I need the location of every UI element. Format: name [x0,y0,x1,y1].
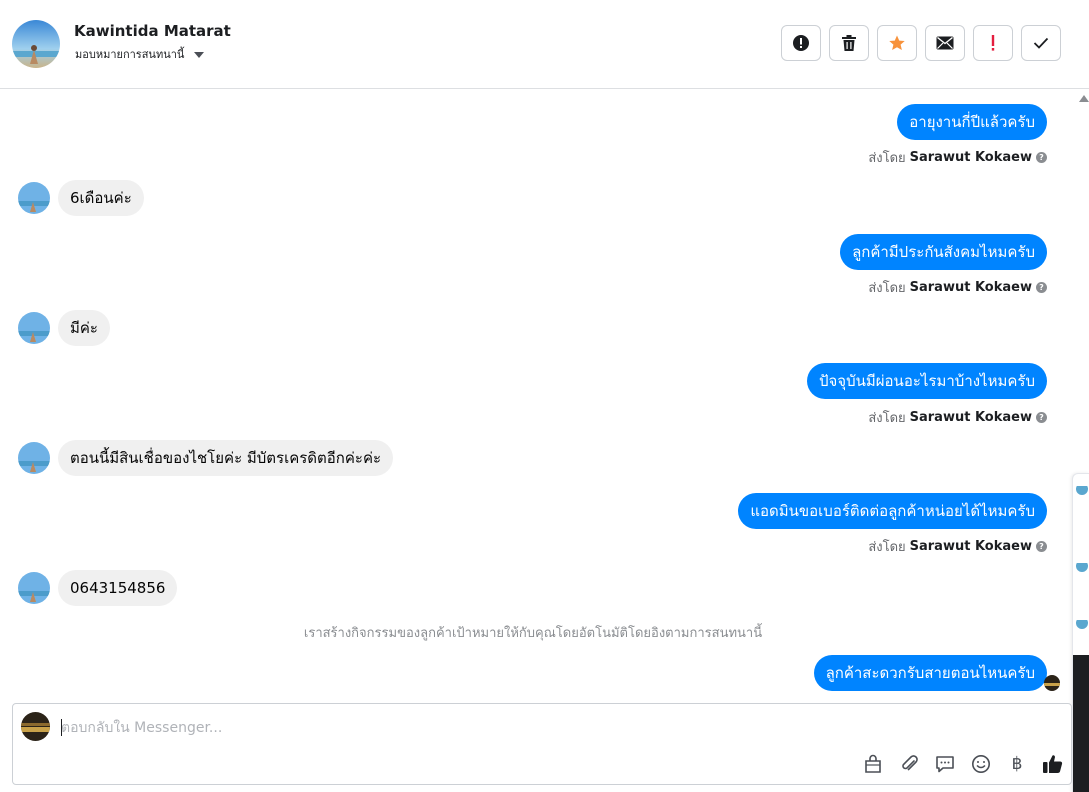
saved-replies-button[interactable] [933,752,957,776]
contact-avatar-small [18,182,50,214]
outgoing-bubble: ปัจจุบันมีผ่อนอะไรมาบ้างไหมครับ [807,363,1047,399]
message-thread: อายุงานกี่ปีแล้วครับ ส่งโดย Sarawut Koka… [0,89,1074,703]
thumbs-up-icon [1043,755,1063,773]
sent-by-line: ส่งโดย Sarawut Kokaew ? [868,277,1047,298]
mini-avatar[interactable] [1076,617,1088,629]
outgoing-message[interactable]: ปัจจุบันมีผ่อนอะไรมาบ้างไหมครับ [807,363,1047,399]
incoming-message: 6เดือนค่ะ [18,180,144,216]
help-icon[interactable]: ? [1036,282,1047,293]
conversation-header: Kawintida Matarat มอบหมายการสนทนานี้ [0,0,1089,89]
like-button[interactable] [1041,752,1065,776]
check-icon [1033,37,1049,49]
assign-conversation-dropdown[interactable]: มอบหมายการสนทนานี้ [75,45,205,63]
sent-by-prefix: ส่งโดย [868,540,906,555]
emoji-button[interactable] [969,752,993,776]
speech-bubble-icon [936,756,954,773]
mini-avatar[interactable] [1076,483,1088,495]
contact-avatar[interactable] [12,20,60,68]
star-button[interactable] [877,25,917,61]
envelope-icon [936,36,954,50]
baht-icon: ฿ [1011,754,1023,774]
shop-button[interactable] [861,752,885,776]
sent-by-line: ส่งโดย Sarawut Kokaew ? [868,407,1047,428]
text-cursor [61,719,62,736]
help-icon[interactable]: ? [1036,541,1047,552]
sent-by-prefix: ส่งโดย [868,411,906,426]
mark-unread-button[interactable] [925,25,965,61]
contact-name[interactable]: Kawintida Matarat [74,22,231,40]
outgoing-bubble: แอดมินขอเบอร์ติดต่อลูกค้าหน่อยได้ไหมครับ [738,493,1047,529]
attach-button[interactable] [897,752,921,776]
outgoing-bubble: ลูกค้าสะดวกรับสายตอนไหนครับ [813,655,1047,691]
mark-spam-button[interactable] [781,25,821,61]
reply-input[interactable] [61,718,761,738]
delete-button[interactable] [829,25,869,61]
caret-down-icon [194,51,205,58]
shopping-bag-icon [865,754,881,773]
incoming-bubble[interactable]: ตอนนี้มีสินเชื่อของไชโยค่ะ มีบัตรเครดิตอ… [58,440,394,476]
contact-avatar-small [18,312,50,344]
incoming-bubble[interactable]: 0643154856 [58,570,178,606]
mark-done-button[interactable] [1021,25,1061,61]
payment-button[interactable]: ฿ [1005,752,1029,776]
follow-up-button[interactable] [973,25,1013,61]
reply-composer: ฿ [12,703,1072,785]
sent-by-line: ส่งโดย Sarawut Kokaew ? [868,147,1047,168]
agent-name: Sarawut Kokaew [909,150,1032,165]
page-avatar [21,712,50,741]
outgoing-bubble: ลูกค้ามีประกันสังคมไหมครับ [840,234,1047,270]
smiley-icon [972,755,990,773]
trash-icon [842,35,856,51]
agent-name: Sarawut Kokaew [909,539,1032,554]
sent-by-prefix: ส่งโดย [868,151,906,166]
alert-circle-icon [793,35,809,51]
incoming-bubble[interactable]: มีค่ะ [58,310,110,346]
sent-by-line: ส่งโดย Sarawut Kokaew ? [868,536,1047,557]
agent-name: Sarawut Kokaew [909,280,1032,295]
incoming-message: ตอนนี้มีสินเชื่อของไชโยค่ะ มีบัตรเครดิตอ… [18,440,394,476]
mini-avatar[interactable] [1076,560,1088,572]
outgoing-message[interactable]: อายุงานกี่ปีแล้วครับ [897,104,1047,140]
outgoing-bubble: อายุงานกี่ปีแล้วครับ [897,104,1047,140]
read-receipt-avatar [1044,675,1060,691]
system-note: เราสร้างกิจกรรมของลูกค้าเป้าหมายให้กับคุ… [303,626,763,641]
incoming-message: มีค่ะ [18,310,110,346]
scroll-up-arrow-icon[interactable] [1079,95,1089,102]
paperclip-icon [902,755,918,771]
side-panel-dark-strip [1073,655,1089,792]
outgoing-message[interactable]: ลูกค้าสะดวกรับสายตอนไหนครับ [813,655,1047,691]
contact-avatar-small [18,442,50,474]
contact-avatar-small [18,572,50,604]
star-icon [889,35,905,51]
incoming-bubble[interactable]: 6เดือนค่ะ [58,180,144,216]
agent-name: Sarawut Kokaew [909,410,1032,425]
composer-tools: ฿ [861,752,1065,776]
outgoing-message[interactable]: แอดมินขอเบอร์ติดต่อลูกค้าหน่อยได้ไหมครับ [738,493,1047,529]
sent-by-prefix: ส่งโดย [868,281,906,296]
help-icon[interactable]: ? [1036,152,1047,163]
outgoing-message[interactable]: ลูกค้ามีประกันสังคมไหมครับ [840,234,1047,270]
assign-label: มอบหมายการสนทนานี้ [75,48,185,61]
help-icon[interactable]: ? [1036,412,1047,423]
exclamation-icon [991,35,995,51]
incoming-message: 0643154856 [18,570,178,606]
conversation-actions [781,25,1061,61]
